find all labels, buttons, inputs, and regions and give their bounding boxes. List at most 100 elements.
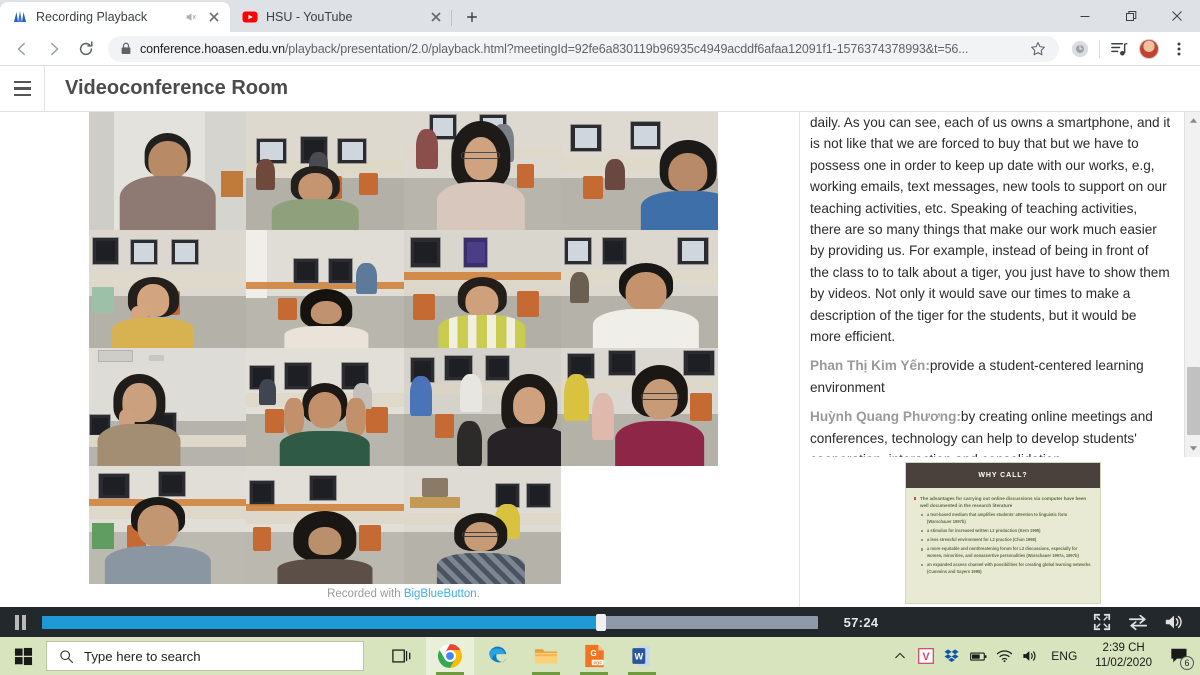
webcam-video [404,466,561,584]
volume-icon[interactable] [1156,607,1192,637]
hamburger-menu-icon[interactable] [0,66,44,112]
back-button[interactable] [8,35,36,63]
screen-root: Recording Playback HSU - YouTube [0,0,1200,675]
bigbluebutton-link[interactable]: BigBlueButton [404,588,477,600]
window-maximize-button[interactable] [1108,0,1154,32]
chat-message-author: Phan Thị Kim Yến: [810,358,930,373]
unikey-icon[interactable]: V [913,637,939,675]
chat-message-text: daily. As you can see, each of us owns a… [810,115,1170,344]
tab-close-icon[interactable] [428,9,444,25]
language-indicator[interactable]: ENG [1043,637,1085,675]
reload-icon [77,40,95,58]
volume-icon[interactable] [1017,637,1043,675]
chat-message-author: Huỳnh Quang Phương: [810,409,961,424]
address-bar[interactable]: conference.hoasen.edu.vn/playback/presen… [108,36,1059,62]
slide-title: WHY CALL? [906,463,1100,488]
scroll-up-arrow-icon[interactable] [1185,112,1200,129]
webcam-video [89,112,246,230]
webcam-tile[interactable] [404,348,561,466]
search-placeholder: Type here to search [84,649,201,664]
swap-layout-icon[interactable] [1120,607,1156,637]
webcam-tile[interactable] [89,112,246,230]
webcam-tile[interactable] [89,348,246,466]
webcam-tile[interactable] [246,112,403,230]
swap-glyph [1128,613,1148,631]
chevron-up-icon [894,650,906,662]
file-explorer-icon[interactable] [522,637,570,675]
webcam-video [246,112,403,230]
forward-button[interactable] [40,35,68,63]
profile-avatar[interactable] [1136,36,1162,62]
battery-icon[interactable] [965,637,991,675]
task-view-icon[interactable] [378,637,426,675]
webcam-tile[interactable] [246,348,403,466]
seek-bar-handle[interactable] [596,614,606,631]
wifi-glyph [996,649,1013,663]
webcam-tile[interactable] [561,230,718,348]
webcam-tile[interactable] [246,230,403,348]
webcam-tile-empty [561,466,718,584]
right-panel: daily. As you can see, each of us owns a… [799,112,1200,607]
window-close-button[interactable] [1154,0,1200,32]
slide-sub-bullet: a stimulus for increased written L2 prod… [920,528,1092,535]
browser-tab-recording-playback[interactable]: Recording Playback [0,2,230,32]
webcam-video [404,230,561,348]
tab-close-icon[interactable] [206,9,222,25]
browser-tab-hsu-youtube[interactable]: HSU - YouTube [230,2,452,32]
bookmark-star-icon[interactable] [1025,36,1051,62]
chat-message: Phan Thị Kim Yến:provide a student-cente… [810,355,1171,398]
media-glyph [1110,39,1129,58]
chat-scrollbar-thumb[interactable] [1187,367,1200,435]
arrow-right-icon [45,40,63,58]
reload-button[interactable] [72,35,100,63]
show-hidden-icons-chevron[interactable] [887,637,913,675]
media-control-icon[interactable] [1106,36,1132,62]
dropbox-icon[interactable] [939,637,965,675]
seek-bar[interactable] [42,616,818,629]
webcam-tile[interactable] [246,466,403,584]
action-center-icon[interactable]: 6 [1162,637,1196,675]
google-chrome-icon[interactable] [426,637,474,675]
webcam-video [89,348,246,466]
webcam-mosaic[interactable] [89,112,718,585]
volume-glyph [1022,649,1039,663]
webcam-tile[interactable] [404,230,561,348]
presentation-slide[interactable]: WHY CALL? The advantages for carrying ou… [905,462,1101,604]
taskbar-search-input[interactable]: Type here to search [46,641,364,671]
new-tab-button[interactable] [458,3,486,31]
slide-body: The advantages for carrying out online d… [906,488,1100,603]
pause-button[interactable] [0,607,40,637]
webcam-tile[interactable] [89,466,246,584]
webcam-tile[interactable] [404,466,561,584]
chat-transcript-panel[interactable]: daily. As you can see, each of us owns a… [800,112,1200,457]
chrome-menu-icon[interactable] [1166,36,1192,62]
window-minimize-button[interactable] [1062,0,1108,32]
chat-scrollbar[interactable] [1184,112,1200,457]
unikey-glyph: V [918,648,934,664]
webcam-tile[interactable] [89,230,246,348]
volume-glyph [1164,613,1184,631]
scroll-down-arrow-icon[interactable] [1185,440,1200,457]
webcam-tile[interactable] [404,112,561,230]
webcam-video [404,112,561,230]
extension-icon[interactable] [1067,36,1093,62]
microsoft-word-icon[interactable]: W [618,637,666,675]
seek-bar-progress [42,616,601,629]
tab-audio-icon[interactable] [184,10,198,24]
pdf-reader-icon[interactable]: G PDF [570,637,618,675]
wifi-icon[interactable] [991,637,1017,675]
windows-taskbar: Type here to search [0,637,1200,675]
webcam-video [246,230,403,348]
plus-icon [465,10,479,24]
minimize-icon [1079,10,1091,22]
webcam-tile[interactable] [561,348,718,466]
windows-start-icon[interactable] [0,637,46,675]
fullscreen-icon[interactable] [1084,607,1120,637]
microsoft-edge-icon[interactable] [474,637,522,675]
time-display: 57:24 [818,615,904,630]
taskbar-clock[interactable]: 2:39 CH 11/02/2020 [1085,637,1162,675]
webcam-tile[interactable] [561,112,718,230]
fullscreen-glyph [1093,613,1111,631]
recorded-with-label: Recorded with BigBlueButton. [89,588,718,600]
pause-icon-bar-left [15,615,19,630]
